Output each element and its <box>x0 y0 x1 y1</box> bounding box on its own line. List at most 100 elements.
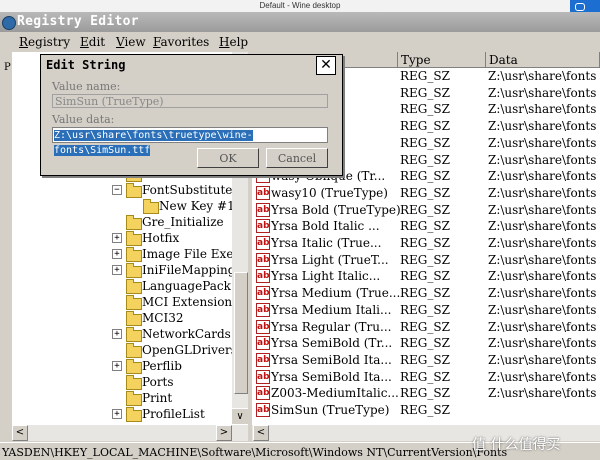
value-name-cell: Yrsa Italic (True... <box>271 236 382 250</box>
tree-item-label: MCI32 <box>142 311 184 325</box>
tree-item-label: FontSubstitutes <box>142 183 239 197</box>
value-type-cell: REG_SZ <box>400 185 450 200</box>
value-data-cell: Z:\usr\share\fonts <box>488 152 597 167</box>
string-value-icon: ab <box>256 286 270 301</box>
list-row[interactable]: ab Yrsa Medium (True... REG_SZ Z:\usr\share… <box>252 285 600 301</box>
tree-item-label: Image File Exec <box>142 247 241 261</box>
string-value-icon: ab <box>256 219 270 234</box>
string-value-icon: ab <box>256 185 270 200</box>
value-data-cell: Z:\usr\share\fonts <box>488 286 597 301</box>
value-name-cell: Yrsa Light (TrueT... <box>271 252 389 267</box>
menu-help[interactable]: Help <box>219 35 248 49</box>
value-type-cell: REG_SZ <box>400 102 450 117</box>
desktop-icon <box>575 3 585 11</box>
column-header-type[interactable]: Type <box>398 52 486 68</box>
chevron-left-icon: < <box>256 427 266 438</box>
value-type-cell: REG_SZ <box>400 352 450 367</box>
list-row[interactable]: ab Yrsa Italic (True... REG_SZ Z:\usr\share… <box>252 235 600 251</box>
value-data-cell: Z:\usr\share\fonts <box>488 386 597 401</box>
string-value-icon: ab <box>256 352 270 367</box>
string-value-icon: ab <box>256 202 270 217</box>
folder-icon <box>126 375 142 390</box>
list-row[interactable]: ab Yrsa SemiBold Ita... REG_SZ Z:\usr\share… <box>252 369 600 385</box>
list-row[interactable]: ab wasy10 (TrueType) REG_SZ Z:\usr\share\fo… <box>252 185 600 201</box>
value-type-cell: REG_SZ <box>400 85 450 100</box>
value-data-field[interactable]: Z:\usr\share\fonts\truetype\wine-fonts\S… <box>52 127 328 156</box>
tree-scroll-right-button[interactable]: > <box>216 425 232 441</box>
list-row[interactable]: ab Yrsa SemiBold Ita... REG_SZ Z:\usr\share… <box>252 352 600 368</box>
menu-registry[interactable]: Registry <box>19 35 70 49</box>
string-value-icon: ab <box>256 386 270 401</box>
value-type-cell: REG_SZ <box>400 152 450 167</box>
collapse-icon[interactable]: − <box>112 185 122 195</box>
folder-icon <box>126 183 142 198</box>
folder-icon <box>126 359 142 374</box>
menu-favorites[interactable]: Favorites <box>153 35 209 49</box>
list-row[interactable]: ab Yrsa SemiBold (Tr... REG_SZ Z:\usr\share… <box>252 335 600 351</box>
value-name-cell: Yrsa Bold (TrueType) <box>271 202 401 217</box>
list-row[interactable]: ab Yrsa Regular (Tru... REG_SZ Z:\usr\share… <box>252 319 600 335</box>
tree-scroll-down-button[interactable]: ∨ <box>232 408 248 425</box>
folder-icon <box>126 311 142 326</box>
value-name-cell: Yrsa SemiBold Ita... <box>271 352 392 367</box>
expand-icon[interactable]: + <box>112 409 122 419</box>
tree-scroll-thumb[interactable] <box>234 272 248 394</box>
expand-icon[interactable]: + <box>112 249 122 259</box>
watermark-text: 值 什么值得买 <box>472 437 561 453</box>
list-row[interactable]: ab Yrsa Light (TrueT... REG_SZ Z:\usr\share… <box>252 252 600 268</box>
folder-icon <box>126 247 142 262</box>
string-value-icon: ab <box>256 403 270 417</box>
desktop-corner-button[interactable] <box>570 0 600 12</box>
menu-edit[interactable]: Edit <box>80 35 105 49</box>
list-row[interactable]: ab Yrsa Medium Itali... REG_SZ Z:\usr\share… <box>252 302 600 318</box>
string-value-icon: ab <box>256 302 270 317</box>
value-type-cell: REG_SZ <box>400 403 450 417</box>
value-type-cell: REG_SZ <box>400 119 450 134</box>
list-row[interactable]: ab Yrsa Bold Italic ... REG_SZ Z:\usr\share… <box>252 218 600 234</box>
list-row[interactable]: ab Yrsa Light Italic... REG_SZ Z:\usr\share… <box>252 268 600 284</box>
expand-icon[interactable]: + <box>112 329 122 339</box>
value-data-cell: Z:\usr\share\fonts <box>488 319 597 334</box>
tree-scroll-left-button[interactable]: < <box>12 425 28 441</box>
tree-item-label: ProfileList <box>142 407 205 421</box>
column-header-data[interactable]: Data <box>486 52 600 68</box>
value-type-cell: REG_SZ <box>400 269 450 284</box>
dialog-close-button[interactable]: ✕ <box>316 56 336 75</box>
string-value-icon: ab <box>256 252 270 267</box>
tree-item-label: NetworkCards <box>142 327 231 341</box>
left-edge-text: P <box>4 62 11 73</box>
value-type-cell: REG_SZ <box>400 135 450 150</box>
expand-icon[interactable]: + <box>112 265 122 275</box>
status-path: YASDEN\HKEY_LOCAL_MACHINE\Software\Micro… <box>2 446 508 459</box>
chevron-down-icon: ∨ <box>236 411 244 422</box>
expand-icon[interactable]: + <box>112 361 122 371</box>
list-row[interactable]: ab SimSun (TrueType) REG_SZ <box>252 402 600 418</box>
value-name-cell: Z003-MediumItalic... <box>271 386 399 401</box>
value-name-cell: Yrsa Bold Italic ... <box>271 219 380 234</box>
list-scroll-left-button[interactable]: < <box>253 425 269 441</box>
expand-icon[interactable]: + <box>112 233 122 243</box>
folder-icon <box>126 327 142 342</box>
value-name-cell: wasy10 (TrueType) <box>271 185 388 200</box>
window-title: Registry Editor <box>17 14 139 29</box>
close-icon: ✕ <box>320 57 332 73</box>
value-type-cell: REG_SZ <box>400 302 450 317</box>
value-data-cell: Z:\usr\share\fonts <box>488 336 597 351</box>
chevron-right-icon: > <box>219 427 229 438</box>
list-row[interactable]: ab Yrsa Bold (TrueType) REG_SZ Z:\usr\share… <box>252 202 600 218</box>
tree-item-label: New Key #1 <box>159 199 235 213</box>
value-name-cell: Yrsa Medium (True... <box>271 286 401 301</box>
menu-view[interactable]: View <box>116 35 146 49</box>
list-row[interactable]: ab Z003-MediumItalic... REG_SZ Z:\usr\share… <box>252 385 600 401</box>
tree-item-label: Print <box>142 391 173 405</box>
tree-horizontal-scrollbar[interactable] <box>12 424 248 441</box>
value-type-cell: REG_SZ <box>400 169 450 184</box>
ok-button[interactable]: OK <box>197 148 259 168</box>
tree-item-label: Hotfix <box>142 231 180 245</box>
value-type-cell: REG_SZ <box>400 336 450 351</box>
value-type-cell: REG_SZ <box>400 252 450 267</box>
value-data-cell: Z:\usr\share\fonts <box>488 352 597 367</box>
cancel-button[interactable]: Cancel <box>266 148 328 168</box>
value-type-cell: REG_SZ <box>400 369 450 384</box>
value-data-cell: Z:\usr\share\fonts <box>488 302 597 317</box>
